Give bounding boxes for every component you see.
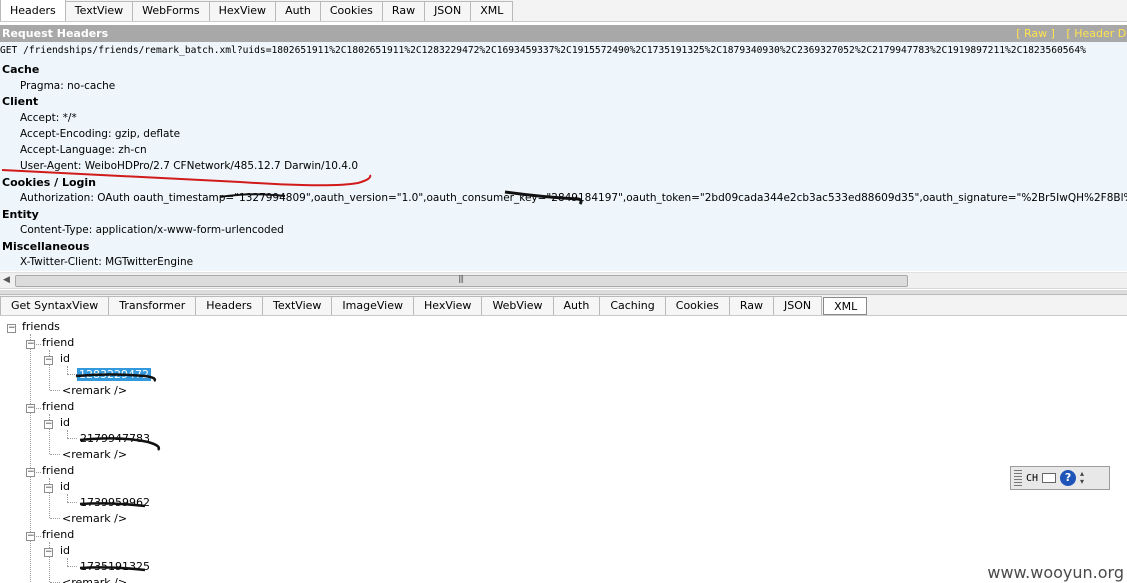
tab-textview-bottom[interactable]: TextView xyxy=(262,296,333,315)
request-headers-bar: Request Headers [ Raw ] [ Header De xyxy=(0,25,1127,42)
tab-textview[interactable]: TextView xyxy=(64,1,134,21)
options-icon[interactable]: ▴ ▾ xyxy=(1080,470,1084,486)
tab-webforms[interactable]: WebForms xyxy=(132,1,210,21)
tab-hexview-bottom[interactable]: HexView xyxy=(412,296,483,315)
headers-inspector: GET /friendships/friends/remark_batch.xm… xyxy=(0,42,1127,271)
redaction-scribbles xyxy=(219,190,583,205)
xml-tree-view: − friends − friend − id 1283229472 <rema… xyxy=(0,318,1127,583)
tab-json[interactable]: JSON xyxy=(424,1,472,21)
watermark: www.wooyun.org xyxy=(987,563,1124,582)
request-headers-title: Request Headers xyxy=(2,27,109,40)
tab-imageview[interactable]: ImageView xyxy=(331,296,414,315)
ime-language-label[interactable]: CH xyxy=(1026,473,1038,484)
tab-headers-bottom[interactable]: Headers xyxy=(195,296,264,315)
redaction-scribbles xyxy=(75,373,161,572)
response-tab-bar: Headers TextView WebForms HexView Auth C… xyxy=(0,0,1127,22)
drag-handle-icon[interactable] xyxy=(1014,470,1022,486)
tab-caching[interactable]: Caching xyxy=(599,296,666,315)
tab-get-syntaxview[interactable]: Get SyntaxView xyxy=(0,296,110,315)
tab-webview[interactable]: WebView xyxy=(481,296,554,315)
raw-link[interactable]: [ Raw ] xyxy=(1016,27,1055,40)
tab-cookies[interactable]: Cookies xyxy=(319,1,383,21)
tab-json-bottom[interactable]: JSON xyxy=(772,296,823,315)
tab-hexview[interactable]: HexView xyxy=(208,1,277,21)
tab-transformer[interactable]: Transformer xyxy=(108,296,197,315)
ime-toolbar[interactable]: CH ? ▴ ▾ xyxy=(1010,466,1110,490)
keyboard-icon[interactable] xyxy=(1042,473,1057,483)
horizontal-scrollbar[interactable]: ◀ ||| xyxy=(0,272,1127,289)
request-tab-bar: Get SyntaxView Transformer Headers TextV… xyxy=(0,295,1127,316)
scroll-left-icon[interactable]: ◀ xyxy=(3,275,10,285)
tab-xml-bottom[interactable]: XML xyxy=(823,297,868,315)
tab-auth[interactable]: Auth xyxy=(275,1,321,21)
help-icon[interactable]: ? xyxy=(1060,470,1077,486)
scroll-grip-icon: ||| xyxy=(458,274,464,283)
tab-xml[interactable]: XML xyxy=(470,1,514,21)
header-definitions-link[interactable]: [ Header De xyxy=(1066,27,1127,40)
tab-raw[interactable]: Raw xyxy=(381,1,426,21)
tab-raw-bottom[interactable]: Raw xyxy=(728,296,774,315)
tab-headers[interactable]: Headers xyxy=(0,0,66,21)
tab-cookies-bottom[interactable]: Cookies xyxy=(664,296,730,315)
tab-auth-bottom[interactable]: Auth xyxy=(552,296,601,315)
